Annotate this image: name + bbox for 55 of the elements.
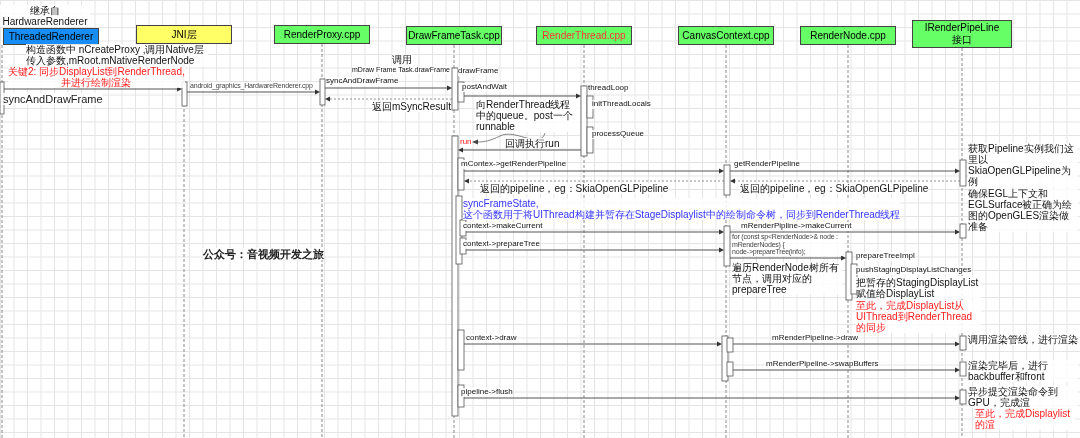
message-label: context->prepareTree (463, 240, 540, 249)
warning-note: 至此，完成Displaylist的渲 (975, 408, 1075, 430)
message-label: mRenderPipeline->draw (772, 334, 859, 343)
activation-bar (959, 223, 967, 239)
lifeline-header: RenderNode.cpp (800, 26, 896, 45)
message-label: context->draw (466, 334, 517, 343)
lifeline-header: IRenderPipeLine 接口 (912, 20, 1012, 48)
note-text: 确保EGL上下文和EGLSurface被正确为绘图的OpenGLES渲染做准备 (968, 188, 1078, 232)
note-text: 渲染完毕后，进行backbuffer和front (968, 360, 1078, 382)
message-label: mRenderPipline->makeCurrent (741, 222, 852, 231)
activation-bar (319, 78, 326, 106)
message-label: processQueue (592, 130, 645, 139)
activation-bar (959, 335, 967, 351)
message-label: postAndWait (462, 83, 508, 92)
message-label: mRenderPipeline->swapBuffers (766, 360, 879, 369)
lifeline-header: RenderProxy.cpp (274, 25, 370, 44)
message-label: mContex->getRenderPipeline (461, 160, 567, 169)
lifeline-header: DrawFrameTask.cpp (406, 26, 502, 45)
note-text: 回调执行run (505, 138, 560, 149)
message-label: pushStagingDisplayListChanges (856, 266, 972, 275)
note-text: 遍历RenderNode树所有节点，调用对应的prepareTree (732, 262, 842, 295)
message-label: pipeline->flush (461, 388, 513, 397)
activation-bar (723, 225, 731, 267)
message-label: syncAndDrawFrame (326, 77, 399, 86)
message-label: prepareTreeImpl (856, 252, 915, 261)
lifeline-header: ThreadedRenderer (3, 28, 99, 45)
note-text: 继承自 HardwareRenderer (0, 5, 90, 27)
message-label: context->makeCurrent (463, 222, 543, 231)
note-text: 调用渲染管线，进行渲染 (968, 334, 1078, 345)
note-text: 向RenderThread线程中的queue。post一个runnable (476, 99, 580, 132)
warning-note: 关键2: 同步DisplayList到RenderThread, 并进行绘制渲染 (8, 66, 185, 88)
message-label: initThreadLocals (592, 100, 651, 109)
message-label: getRenderPipeline (734, 160, 800, 169)
activation-bar (181, 81, 188, 107)
note-text: 构造函数中 nCreateProxy ,调用Native层传入参数,mRoot.mNativeRenderNode (26, 44, 208, 66)
lifeline-header: JNI层 (136, 25, 232, 44)
warning-note: 至此，完成DisplayList从UIThread到RenderThread的同步 (856, 300, 981, 333)
note-text: 异步提交渲染命令到GPU，完成渲 (968, 386, 1078, 408)
note-text: 返回的pipeline，eg：SkiaOpenGLPipeline (480, 183, 669, 194)
note-text: 返回的pipeline，eg：SkiaOpenGLPipeline (740, 183, 929, 194)
activation-bar (723, 164, 731, 196)
activation-bar (959, 159, 967, 187)
message-label: drawFrame (458, 67, 499, 76)
activation-bar (959, 361, 967, 377)
info-note: syncFrameState, 这个函数用于将UIThread构建并暂存在StageDisplaylist中的绘制命令树，同步到RenderThread线程 (463, 198, 901, 220)
note-text: 调用 (392, 54, 412, 65)
lifeline-header: CanvasContext.cpp (678, 26, 774, 45)
lifeline-header: RenderThread.cpp (536, 26, 632, 45)
activation-bar (959, 389, 967, 405)
note-text: 把暂存的StagingDisplayList赋值给DisplayList (856, 277, 981, 299)
note-text: 返回mSyncResult (372, 101, 451, 112)
note-text: 获取Pipeline实例我们这里以SkiaOpenGLPipeline为例 (968, 143, 1078, 187)
account-label: 公众号：音视频开发之旅 (203, 248, 324, 261)
warning-note: run (460, 138, 472, 147)
message-label: threadLoop (588, 84, 629, 93)
